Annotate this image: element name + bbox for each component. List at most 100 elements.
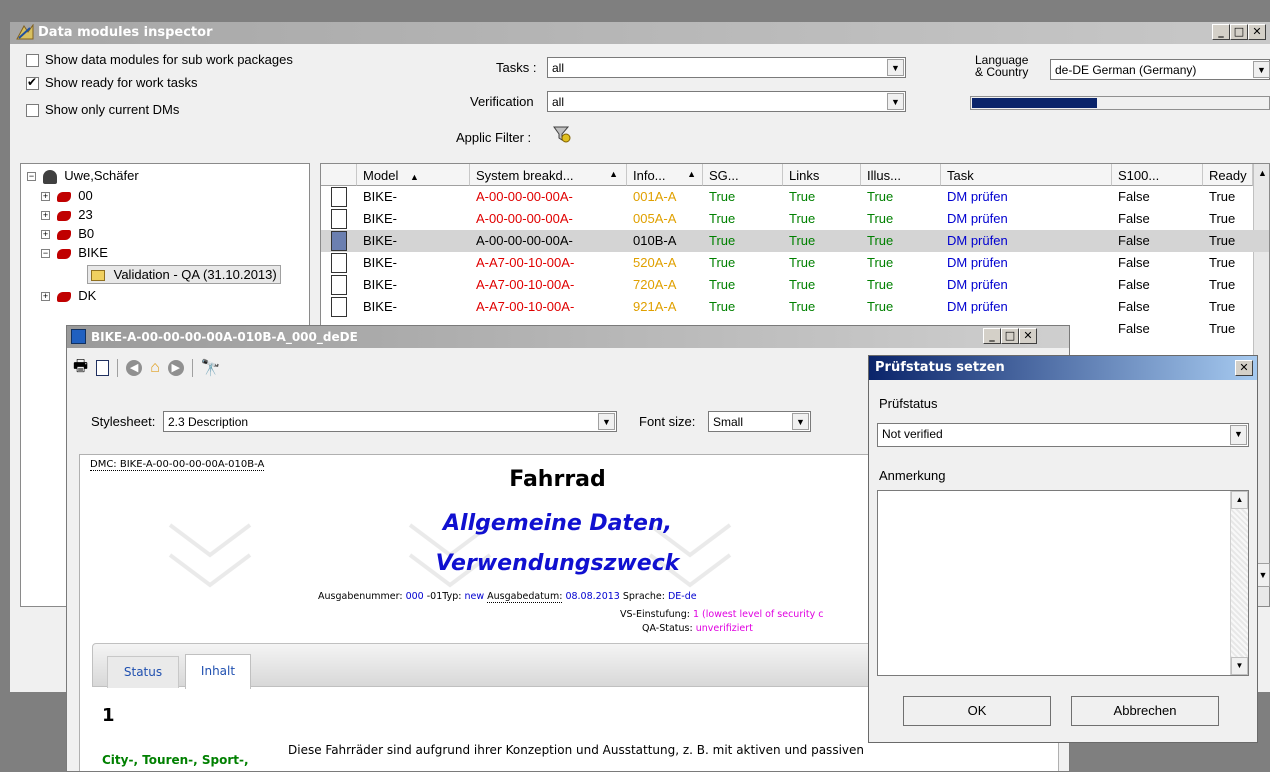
expand-icon[interactable]: + [41,192,50,202]
column-header-info[interactable]: Info... ▲ [627,164,703,186]
textarea-scrollbar[interactable]: ▲ ▼ [1230,491,1248,675]
back-icon[interactable]: ◀ [126,360,143,376]
tree-node-23[interactable]: + 23 [41,207,93,222]
minimize-button[interactable]: _ [983,328,1001,344]
chevron-down-icon[interactable]: ▼ [887,59,904,76]
column-header-system[interactable]: System breakd... ▲ [470,164,627,186]
forward-icon[interactable]: ▶ [167,360,184,376]
sub-packages-checkbox[interactable]: Show data modules for sub work packages [26,52,293,68]
table-cell-links: True [789,233,816,248]
table-row[interactable]: BIKE- A-A7-00-10-00A- 921A-A True True True DM… [321,296,1269,318]
checkbox-label: Show ready for work tasks [45,75,198,90]
tree-node-bike[interactable]: − BIKE [41,245,108,260]
section-number: 1 [102,705,115,726]
maximize-button[interactable]: □ [1001,328,1019,344]
print-icon[interactable]: 🖶 [73,355,88,382]
tab-status[interactable]: Status [107,656,179,688]
ready-tasks-checkbox[interactable]: Show ready for work tasks [26,75,198,91]
checkbox-box[interactable] [26,54,39,68]
issue-label: Ausgabenummer: [318,591,403,602]
expand-icon[interactable]: + [41,211,50,221]
table-cell-task: DM prüfen [947,255,1008,270]
table-row[interactable]: BIKE- A-00-00-00-00A- 005A-A True True True DM… [321,208,1269,230]
column-header-label: Links [789,168,820,183]
column-header-label: Task [947,168,974,183]
column-header-ready[interactable]: Ready [1203,164,1253,186]
font-size-select[interactable]: Small ▼ [708,411,811,432]
checkbox-box[interactable] [26,104,39,118]
ok-button[interactable]: OK [903,696,1051,726]
date-value: 08.08.2013 [565,591,620,602]
expand-icon[interactable]: + [41,292,50,302]
chevron-down-icon[interactable]: ▼ [887,93,904,110]
verification-select[interactable]: all ▼ [547,91,906,112]
table-row[interactable]: BIKE- A-00-00-00-00A- 010B-A True True True DM… [321,230,1269,252]
cancel-button[interactable]: Abbrechen [1071,696,1219,726]
table-cell-task: DM prüfen [947,299,1008,314]
language-label: Language & Country [975,54,1028,78]
note-textarea[interactable]: ▲ ▼ [877,490,1249,676]
checkbox-box[interactable] [26,75,39,91]
tree-root[interactable]: − Uwe,Schäfer [27,168,139,184]
column-header-model[interactable]: Model ▲ [357,164,470,186]
table-cell-sg: True [709,189,736,204]
tree-node-dk[interactable]: + DK [41,288,96,303]
collapse-icon[interactable]: − [41,249,50,259]
tree-node-validation[interactable]: Validation - QA (31.10.2013) [87,265,281,284]
table-cell-s100: False [1118,277,1150,292]
table-cell-links: True [789,299,816,314]
qa-value: unverifiziert [695,623,753,634]
filter-icon[interactable] [552,124,572,144]
expand-icon[interactable]: + [41,230,50,240]
verification-label: Verification [470,94,534,109]
column-header-task[interactable]: Task [941,164,1112,186]
table-cell-model: BIKE- [363,233,397,248]
tree-node-b0[interactable]: + B0 [41,226,94,241]
status-select[interactable]: Not verified ▼ [877,423,1249,447]
table-row[interactable]: BIKE- A-A7-00-10-00A- 520A-A True True True DM… [321,252,1269,274]
scroll-up-icon[interactable]: ▲ [1254,164,1269,178]
current-dms-checkbox[interactable]: Show only current DMs [26,102,179,118]
toolbar-divider [191,359,193,377]
tree-node-label: BIKE [78,245,108,260]
main-window-titlebar: Data modules inspector _ □ ✕ [10,22,1270,44]
column-header-illus[interactable]: Illus... [861,164,941,186]
table-cell-ready: True [1209,233,1236,248]
chevron-down-icon[interactable]: ▼ [598,413,615,430]
print-preview-icon[interactable] [96,360,110,376]
tree-node-00[interactable]: + 00 [41,188,93,203]
close-button[interactable]: ✕ [1248,24,1266,40]
table-row[interactable]: BIKE- A-00-00-00-00A- 001A-A True True True DM… [321,186,1269,208]
language-select[interactable]: de-DE German (Germany) ▼ [1050,59,1270,80]
column-header-icon[interactable] [321,164,357,186]
column-header-label: Ready [1209,168,1247,183]
chevron-down-icon[interactable]: ▼ [1253,61,1270,78]
collapse-icon[interactable]: − [27,172,36,182]
scroll-down-icon[interactable]: ▼ [1231,657,1248,675]
language-select-value: de-DE German (Germany) [1055,63,1197,77]
minimize-button[interactable]: _ [1212,24,1230,40]
stylesheet-select[interactable]: 2.3 Description ▼ [163,411,617,432]
chevron-down-icon[interactable]: ▼ [1230,425,1247,445]
maximize-button[interactable]: □ [1230,24,1248,40]
table-row[interactable]: BIKE- A-A7-00-10-00A- 720A-A True True True DM… [321,274,1269,296]
table-cell-task: DM prüfen [947,233,1008,248]
find-icon[interactable]: 🔭 [201,358,221,378]
close-button[interactable]: ✕ [1019,328,1037,344]
scroll-down-icon[interactable]: ▼ [1256,563,1270,587]
document-icon [331,297,347,317]
table-cell-s100: False [1118,255,1150,270]
sort-up-icon: ▲ [410,172,419,182]
column-header-sg[interactable]: SG... [703,164,783,186]
dialog-title: Prüfstatus setzen [875,360,1005,375]
tasks-select[interactable]: all ▼ [547,57,906,78]
scroll-up-icon[interactable]: ▲ [1231,491,1248,509]
table-cell-system: A-A7-00-10-00A- [476,255,575,270]
column-header-links[interactable]: Links [783,164,861,186]
chevron-down-icon[interactable]: ▼ [792,413,809,430]
close-button[interactable]: ✕ [1235,360,1253,376]
column-header-s100[interactable]: S100... [1112,164,1203,186]
tab-inhalt[interactable]: Inhalt [185,654,251,689]
home-icon[interactable]: ⌂ [150,359,160,377]
tree-root-label: Uwe,Schäfer [64,168,139,183]
